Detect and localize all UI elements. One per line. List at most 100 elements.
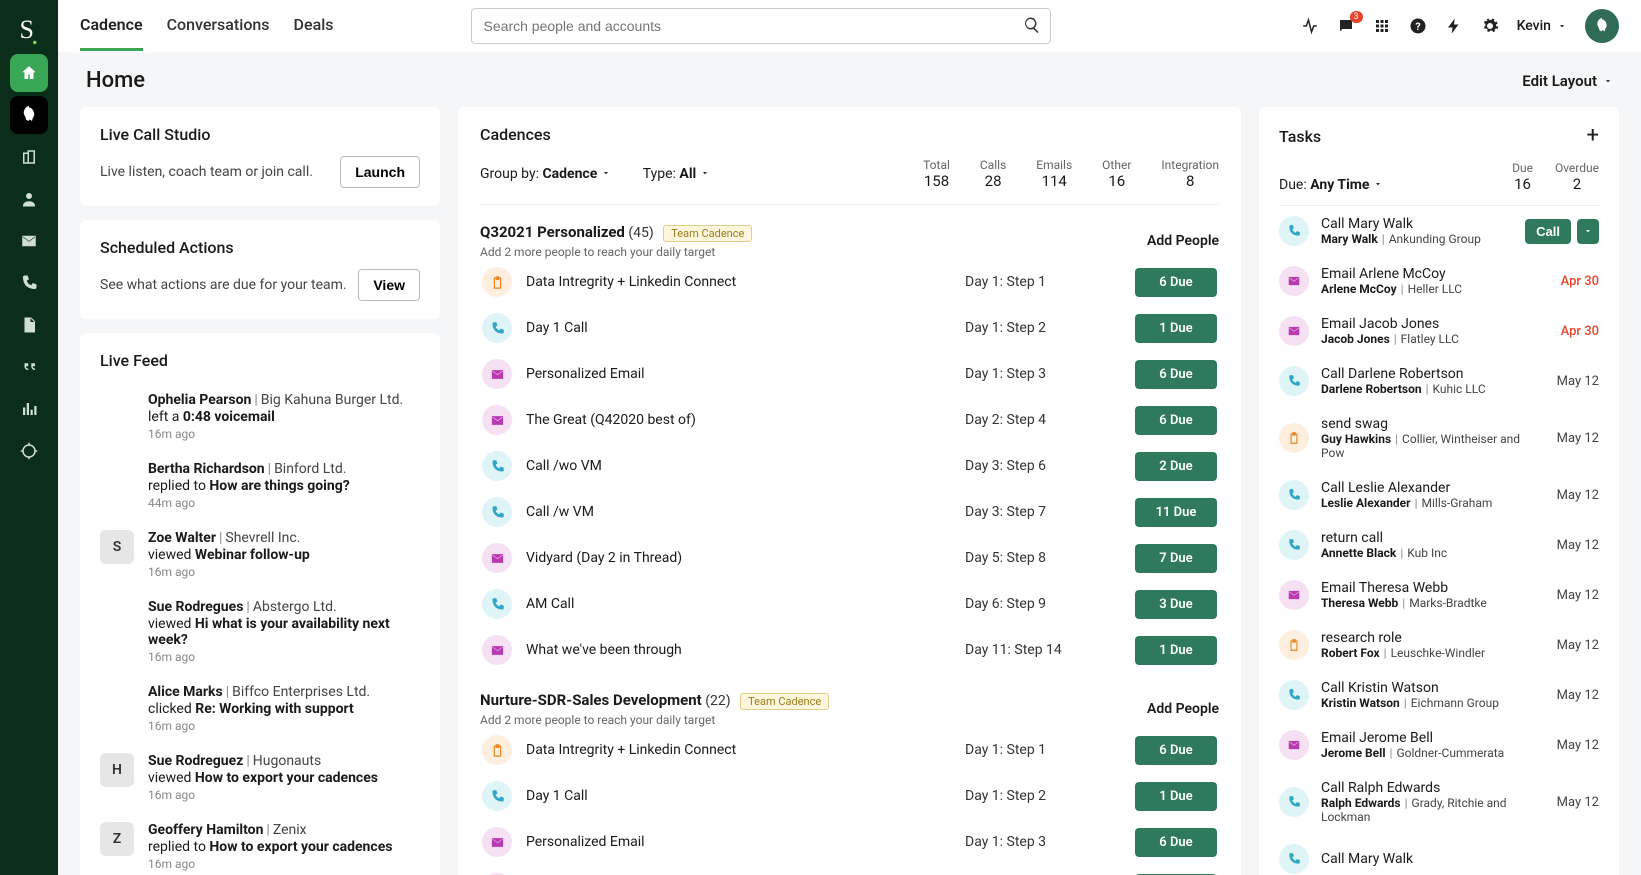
building-icon	[20, 148, 38, 166]
cadence-step[interactable]: AM CallDay 6: Step 93 Due	[480, 581, 1219, 627]
top-nav: Cadence Conversations Deals 3 Kevin	[58, 0, 1641, 52]
live-call-card: Live Call Studio Live listen, coach team…	[80, 107, 440, 206]
nav-tab-conversations[interactable]: Conversations	[167, 1, 270, 51]
due-button[interactable]: 7 Due	[1135, 544, 1217, 573]
due-button[interactable]: 11 Due	[1135, 498, 1217, 527]
search-input[interactable]	[471, 8, 1051, 44]
due-button[interactable]: 6 Due	[1135, 736, 1217, 765]
feed-item[interactable]: Ophelia Pearson|Big Kahuna Burger Ltd.le…	[100, 382, 420, 451]
cadence-step[interactable]: The Great (Q42020 best of)Day 2: Step 46…	[480, 865, 1219, 875]
email-icon	[1279, 316, 1309, 346]
task-item[interactable]: Call Kristin WatsonKristin Watson|Eichma…	[1279, 670, 1599, 720]
avatar	[100, 392, 134, 426]
due-button[interactable]: 1 Due	[1135, 782, 1217, 811]
avatar: H	[100, 753, 134, 787]
rocket-icon	[1594, 18, 1610, 34]
cadences-title: Cadences	[480, 125, 1219, 144]
rail-accounts[interactable]	[10, 138, 48, 176]
task-item[interactable]: Call Mary Walk	[1279, 834, 1599, 875]
feed-item[interactable]: Bertha Richardson|Binford Ltd.replied to…	[100, 451, 420, 520]
type-dropdown[interactable]: Type: All	[643, 166, 710, 182]
user-menu[interactable]: Kevin	[1517, 18, 1567, 34]
rail-quotes[interactable]	[10, 348, 48, 386]
apps-icon[interactable]	[1373, 17, 1391, 35]
feed-item[interactable]: SZoe Walter|Shevrell Inc.viewed Webinar …	[100, 520, 420, 589]
view-button[interactable]: View	[358, 269, 420, 301]
task-item[interactable]: return callAnnette Black|Kub IncMay 12	[1279, 520, 1599, 570]
due-button[interactable]: 6 Due	[1135, 360, 1217, 389]
call-icon	[1279, 844, 1309, 874]
task-item[interactable]: Call Darlene RobertsonDarlene Robertson|…	[1279, 356, 1599, 406]
cadence-step[interactable]: Call /wo VMDay 3: Step 62 Due	[480, 443, 1219, 489]
add-people-button[interactable]: Add People	[1147, 233, 1219, 249]
rail-email[interactable]	[10, 222, 48, 260]
task-item[interactable]: send swagGuy Hawkins|Collier, Wintheiser…	[1279, 406, 1599, 470]
due-button[interactable]: 6 Due	[1135, 828, 1217, 857]
rail-people[interactable]	[10, 180, 48, 218]
due-button[interactable]: 1 Due	[1135, 314, 1217, 343]
call-icon	[1279, 480, 1309, 510]
cadence-name[interactable]: Q32021 Personalized	[480, 223, 625, 241]
cadence-step[interactable]: Personalized EmailDay 1: Step 36 Due	[480, 351, 1219, 397]
cadence-step[interactable]: Call /w VMDay 3: Step 711 Due	[480, 489, 1219, 535]
cadences-panel: Cadences Group by: Cadence Type: All	[458, 107, 1241, 875]
target-icon	[20, 442, 38, 460]
feed-item[interactable]: HSue Rodreguez|Hugonautsviewed How to ex…	[100, 743, 420, 812]
cadence-step[interactable]: What we've been throughDay 11: Step 141 …	[480, 627, 1219, 673]
stat-calls: Calls28	[980, 158, 1006, 190]
feed-item[interactable]: ZGeoffery Hamilton|Zenixreplied to How t…	[100, 812, 420, 875]
edit-layout-button[interactable]: Edit Layout	[1522, 72, 1613, 90]
rail-rocket[interactable]	[10, 96, 48, 134]
task-item[interactable]: research roleRobert Fox|Leuschke-Windler…	[1279, 620, 1599, 670]
activity-icon[interactable]	[1301, 17, 1319, 35]
cadence-step[interactable]: Personalized EmailDay 1: Step 36 Due	[480, 819, 1219, 865]
cadence-step[interactable]: The Great (Q42020 best of)Day 2: Step 46…	[480, 397, 1219, 443]
task-item[interactable]: Call Ralph EdwardsRalph Edwards|Grady, R…	[1279, 770, 1599, 834]
due-button[interactable]: 2 Due	[1135, 452, 1217, 481]
add-task-button[interactable]: +	[1587, 125, 1599, 147]
cadence-step[interactable]: Data Intregrity + Linkedin ConnectDay 1:…	[480, 727, 1219, 773]
rail-target[interactable]	[10, 432, 48, 470]
scheduled-actions-card: Scheduled Actions See what actions are d…	[80, 220, 440, 319]
task-date: May 12	[1557, 738, 1599, 753]
add-people-button[interactable]: Add People	[1147, 701, 1219, 717]
task-item[interactable]: Call Leslie AlexanderLeslie Alexander|Mi…	[1279, 470, 1599, 520]
due-button[interactable]: 6 Due	[1135, 406, 1217, 435]
group-by-dropdown[interactable]: Group by: Cadence	[480, 166, 611, 182]
task-item[interactable]: Email Theresa WebbTheresa Webb|Marks-Bra…	[1279, 570, 1599, 620]
launch-button[interactable]: Launch	[340, 156, 420, 188]
task-icon	[482, 267, 512, 297]
bolt-icon[interactable]	[1445, 17, 1463, 35]
search-icon[interactable]	[1023, 16, 1041, 34]
settings-icon[interactable]	[1481, 17, 1499, 35]
due-button[interactable]: 1 Due	[1135, 636, 1217, 665]
due-button[interactable]: 3 Due	[1135, 590, 1217, 619]
stat-other: Other16	[1102, 158, 1131, 190]
feed-item[interactable]: Sue Rodregues|Abstergo Ltd.viewed Hi wha…	[100, 589, 420, 674]
rail-calls[interactable]	[10, 264, 48, 302]
nav-tab-deals[interactable]: Deals	[294, 1, 334, 51]
task-date: May 12	[1557, 638, 1599, 653]
cadence-step[interactable]: Day 1 CallDay 1: Step 21 Due	[480, 773, 1219, 819]
notifications-icon[interactable]: 3	[1337, 17, 1355, 35]
call-button[interactable]: Call	[1525, 219, 1571, 244]
rail-home[interactable]	[10, 54, 48, 92]
call-icon	[482, 313, 512, 343]
task-item[interactable]: Email Arlene McCoyArlene McCoy|Heller LL…	[1279, 256, 1599, 306]
due-dropdown[interactable]: Due: Any Time	[1279, 177, 1383, 193]
task-item[interactable]: Email Jacob JonesJacob Jones|Flatley LLC…	[1279, 306, 1599, 356]
cadence-step[interactable]: Data Intregrity + Linkedin ConnectDay 1:…	[480, 259, 1219, 305]
rail-docs[interactable]	[10, 306, 48, 344]
help-icon[interactable]	[1409, 17, 1427, 35]
task-item[interactable]: Email Jerome BellJerome Bell|Goldner-Cum…	[1279, 720, 1599, 770]
launch-button[interactable]	[1585, 9, 1619, 43]
cadence-step[interactable]: Vidyard (Day 2 in Thread)Day 5: Step 87 …	[480, 535, 1219, 581]
cadence-name[interactable]: Nurture-SDR-Sales Development	[480, 691, 702, 709]
nav-tab-cadence[interactable]: Cadence	[80, 1, 143, 51]
feed-item[interactable]: Alice Marks|Biffco Enterprises Ltd.click…	[100, 674, 420, 743]
rail-analytics[interactable]	[10, 390, 48, 428]
cadence-step[interactable]: Day 1 CallDay 1: Step 21 Due	[480, 305, 1219, 351]
task-item[interactable]: Call Mary WalkMary Walk|Ankunding GroupC…	[1279, 206, 1599, 256]
call-more-button[interactable]	[1577, 219, 1599, 244]
due-button[interactable]: 6 Due	[1135, 268, 1217, 297]
